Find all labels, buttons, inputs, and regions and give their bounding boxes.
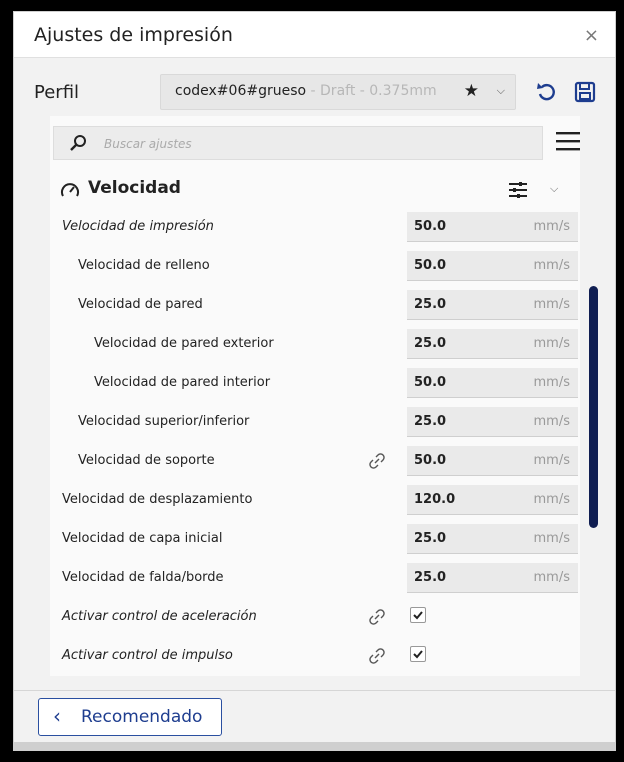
resize-grip[interactable]: [14, 742, 615, 750]
setting-value: 120.0: [414, 492, 456, 507]
setting-unit: mm/s: [533, 531, 570, 546]
setting-row: Velocidad de pared interior 50.0 mm/s: [50, 366, 580, 405]
setting-value-field[interactable]: 50.0 mm/s: [407, 212, 578, 242]
setting-unit: mm/s: [533, 453, 570, 468]
scrollbar[interactable]: [589, 286, 598, 528]
setting-label: Velocidad de pared: [78, 297, 203, 312]
setting-unit: mm/s: [533, 336, 570, 351]
setting-unit: mm/s: [533, 414, 570, 429]
profile-name: codex#06#grueso - Draft - 0.375mm: [175, 83, 437, 99]
setting-unit: mm/s: [533, 297, 570, 312]
chevron-left-icon: ‹: [53, 704, 61, 728]
setting-label: Velocidad de relleno: [78, 258, 210, 273]
setting-row: Velocidad de impresión 50.0 mm/s: [50, 210, 580, 249]
recommended-label: Recomendado: [81, 707, 203, 727]
setting-row: Activar control de impulso: [50, 639, 580, 678]
setting-value: 25.0: [414, 570, 447, 585]
settings-panel: Velocidad ⌵ Velocidad de impresión 50.0 mm…: [50, 116, 580, 676]
section-title: Velocidad: [88, 178, 181, 198]
setting-unit: mm/s: [533, 570, 570, 585]
filter-settings-icon[interactable]: [508, 181, 528, 199]
setting-row: Velocidad de relleno 50.0 mm/s: [50, 249, 580, 288]
setting-value: 50.0: [414, 375, 447, 390]
setting-value-field[interactable]: 25.0 mm/s: [407, 524, 578, 554]
setting-row: Velocidad de soporte 50.0 mm/s: [50, 444, 580, 483]
link-icon[interactable]: [368, 452, 386, 470]
setting-unit: mm/s: [533, 375, 570, 390]
chevron-down-icon[interactable]: ⌵: [550, 182, 558, 196]
setting-value: 25.0: [414, 414, 447, 429]
setting-label: Velocidad superior/inferior: [78, 414, 250, 429]
setting-row: Velocidad de pared exterior 25.0 mm/s: [50, 327, 580, 366]
setting-value-field[interactable]: 25.0 mm/s: [407, 290, 578, 320]
title-bar: Ajustes de impresión ×: [14, 12, 615, 58]
setting-value-field[interactable]: 25.0 mm/s: [407, 329, 578, 359]
chevron-down-icon: ⌵: [496, 84, 505, 97]
setting-checkbox[interactable]: [410, 646, 426, 662]
setting-label: Velocidad de soporte: [78, 453, 215, 468]
setting-label: Velocidad de desplazamiento: [62, 492, 253, 507]
setting-row: Velocidad de falda/borde 25.0 mm/s: [50, 561, 580, 600]
setting-row: Activar control de aceleración: [50, 600, 580, 639]
setting-unit: mm/s: [533, 492, 570, 507]
profile-suffix: - Draft - 0.375mm: [306, 83, 437, 99]
recommended-button[interactable]: ‹ Recomendado: [38, 698, 222, 736]
setting-value: 25.0: [414, 531, 447, 546]
setting-value: 25.0: [414, 336, 447, 351]
search-icon: [70, 135, 86, 151]
setting-value-field[interactable]: 120.0 mm/s: [407, 485, 578, 515]
reset-icon[interactable]: [534, 79, 560, 105]
close-icon[interactable]: ×: [584, 25, 599, 46]
setting-label: Velocidad de pared exterior: [94, 336, 274, 351]
setting-row: Velocidad de capa inicial 25.0 mm/s: [50, 522, 580, 561]
window-title: Ajustes de impresión: [34, 24, 233, 46]
setting-checkbox[interactable]: [410, 607, 426, 623]
setting-value-field[interactable]: 50.0 mm/s: [407, 251, 578, 281]
favorite-star-icon[interactable]: ★: [464, 81, 479, 101]
setting-value-field[interactable]: 25.0 mm/s: [407, 563, 578, 593]
link-icon[interactable]: [368, 647, 386, 665]
setting-value-field[interactable]: 25.0 mm/s: [407, 407, 578, 437]
gauge-icon: [61, 183, 79, 197]
setting-unit: mm/s: [533, 219, 570, 234]
setting-label: Velocidad de falda/borde: [62, 570, 224, 585]
hamburger-menu-icon[interactable]: [556, 130, 580, 152]
setting-label: Activar control de impulso: [62, 648, 233, 663]
search-input[interactable]: [102, 131, 526, 157]
setting-value-field[interactable]: 50.0 mm/s: [407, 446, 578, 476]
footer-divider: [14, 690, 615, 691]
setting-value: 50.0: [414, 258, 447, 273]
section-header-speed[interactable]: Velocidad ⌵: [50, 172, 580, 206]
setting-label: Velocidad de pared interior: [94, 375, 271, 390]
setting-value: 50.0: [414, 453, 447, 468]
profile-row: Perfil codex#06#grueso - Draft - 0.375mm…: [14, 74, 615, 114]
setting-unit: mm/s: [533, 258, 570, 273]
setting-row: Velocidad de pared 25.0 mm/s: [50, 288, 580, 327]
setting-label: Velocidad de capa inicial: [62, 531, 223, 546]
print-settings-window: Ajustes de impresión × Perfil codex#06#g…: [13, 11, 616, 751]
setting-value: 25.0: [414, 297, 447, 312]
save-icon[interactable]: [572, 79, 598, 105]
setting-row: Velocidad superior/inferior 25.0 mm/s: [50, 405, 580, 444]
setting-row: Velocidad de desplazamiento 120.0 mm/s: [50, 483, 580, 522]
setting-value-field[interactable]: 50.0 mm/s: [407, 368, 578, 398]
setting-label: Velocidad de impresión: [62, 219, 214, 234]
search-box[interactable]: [53, 126, 543, 160]
setting-value: 50.0: [414, 219, 447, 234]
link-icon[interactable]: [368, 608, 386, 626]
setting-label: Activar control de aceleración: [62, 609, 257, 624]
profile-label: Perfil: [34, 82, 80, 103]
profile-dropdown[interactable]: codex#06#grueso - Draft - 0.375mm ★ ⌵: [160, 74, 516, 110]
